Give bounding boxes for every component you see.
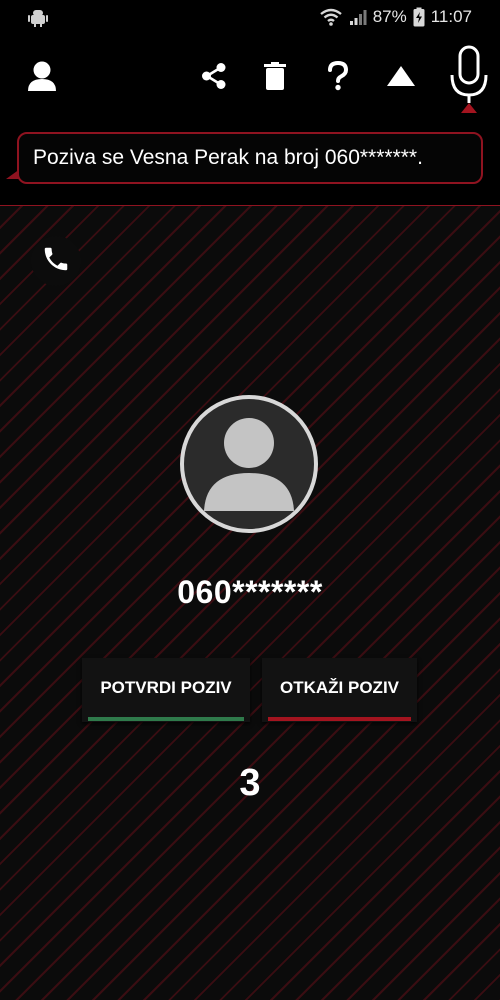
share-icon: [200, 62, 228, 95]
person-icon: [27, 60, 57, 97]
question-icon: [327, 60, 349, 96]
countdown-timer: 3: [239, 762, 261, 804]
microphone-icon: [449, 45, 489, 120]
help-button[interactable]: [316, 56, 360, 100]
assistant-message-bubble: Poziva se Vesna Perak na broj 060*******…: [17, 132, 483, 184]
status-bar: 87% 11:07: [0, 0, 500, 34]
call-screen: 87% 11:07 Poziva se Vesna Perak na broj …: [0, 0, 500, 1000]
collapse-button[interactable]: [379, 56, 423, 100]
status-clock: 11:07: [430, 7, 472, 26]
contact-avatar: [180, 395, 318, 533]
header-divider: [0, 205, 500, 206]
cancel-call-button[interactable]: OTKAŽI POZIV: [262, 658, 417, 722]
assistant-message-text: Poziva se Vesna Perak na broj 060*******…: [33, 146, 423, 169]
confirm-call-button[interactable]: POTVRDI POZIV: [82, 658, 250, 722]
android-notification-icon: [27, 6, 49, 28]
triangle-up-icon: [386, 65, 416, 92]
profile-button[interactable]: [20, 56, 64, 100]
confirm-call-label: POTVRDI POZIV: [100, 678, 232, 697]
call-indicator: [31, 236, 81, 286]
wifi-icon: [319, 7, 343, 27]
signal-icon: [349, 8, 367, 26]
app-toolbar: [0, 34, 500, 126]
cancel-call-label: OTKAŽI POZIV: [280, 678, 399, 697]
cancel-accent-bar: [268, 717, 411, 721]
status-indicators: 87% 11:07: [319, 6, 472, 28]
confirm-accent-bar: [88, 717, 244, 721]
phone-icon: [41, 244, 71, 279]
share-button[interactable]: [192, 56, 236, 100]
delete-button[interactable]: [253, 56, 297, 100]
trash-icon: [264, 61, 286, 95]
person-silhouette-icon: [184, 399, 314, 529]
battery-percentage: 87%: [372, 7, 407, 26]
message-area: Poziva se Vesna Perak na broj 060*******…: [0, 126, 500, 206]
voice-input-button[interactable]: [446, 45, 492, 120]
battery-charging-icon: [413, 7, 425, 27]
contact-number: 060*******: [177, 574, 323, 610]
